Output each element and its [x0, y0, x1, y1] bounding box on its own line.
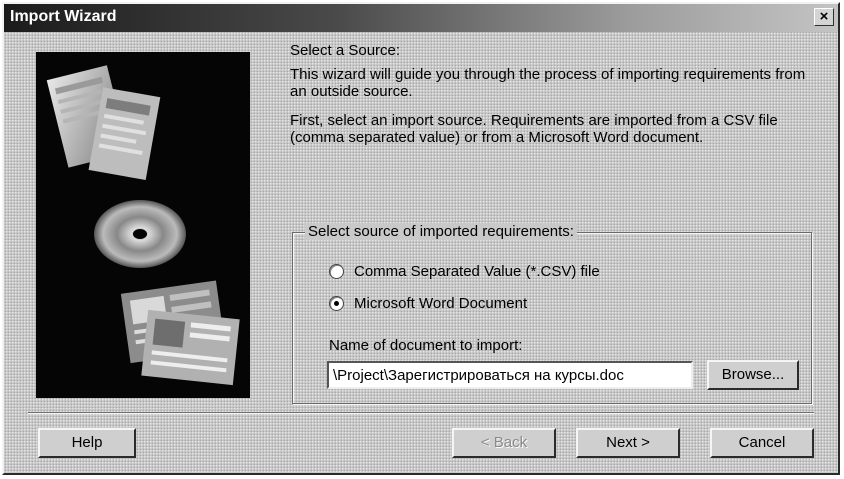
word-radio-button[interactable] — [329, 296, 344, 311]
csv-radio-button[interactable] — [329, 264, 344, 279]
radio-option-word[interactable]: Microsoft Word Document — [329, 295, 527, 312]
next-button[interactable]: Next > — [576, 428, 680, 458]
documents-and-disc-icon — [46, 65, 240, 386]
wizard-instructions-text: First, select an import source. Requirem… — [290, 112, 778, 146]
wizard-illustration — [36, 52, 250, 398]
wizard-intro-text: This wizard will guide you through the p… — [290, 66, 806, 100]
radio-option-csv[interactable]: Comma Separated Value (*.CSV) file — [329, 263, 600, 280]
help-button[interactable]: Help — [38, 428, 136, 458]
close-icon: × — [819, 8, 829, 25]
button-separator — [28, 412, 814, 414]
back-button[interactable]: < Back — [452, 428, 556, 458]
csv-radio-label: Comma Separated Value (*.CSV) file — [354, 263, 600, 280]
close-button[interactable]: × — [814, 8, 834, 26]
import-wizard-dialog: Import Wizard × Select a Source: This wi… — [2, 2, 840, 475]
window-title: Import Wizard — [10, 8, 117, 25]
word-radio-label: Microsoft Word Document — [354, 295, 528, 312]
step-heading: Select a Source: — [290, 42, 401, 59]
document-name-label: Name of document to import: — [329, 337, 523, 354]
browse-button[interactable]: Browse... — [707, 360, 799, 390]
import-source-group: Select source of imported requirements: … — [292, 223, 812, 404]
document-path-input[interactable]: \Project\Зарегистрироваться на курсы.doc — [327, 361, 693, 389]
cancel-button[interactable]: Cancel — [710, 428, 814, 458]
import-source-legend: Select source of imported requirements: — [305, 223, 577, 240]
title-bar[interactable]: Import Wizard × — [4, 4, 838, 32]
